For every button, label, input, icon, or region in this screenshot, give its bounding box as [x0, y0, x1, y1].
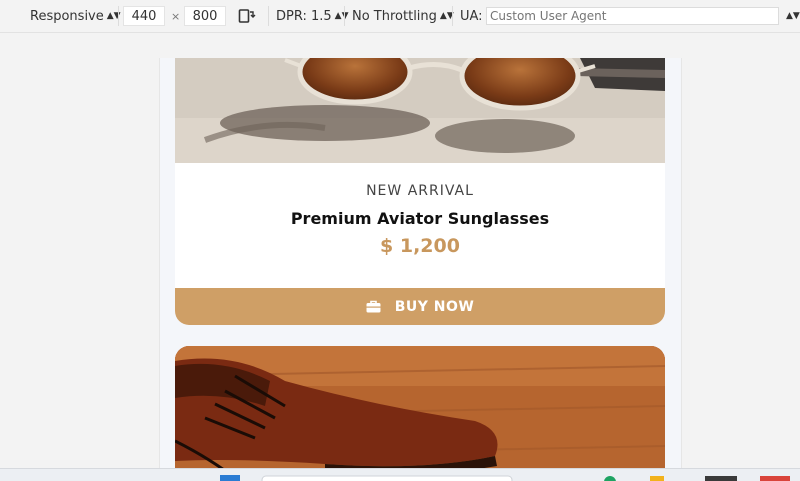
product-price: $ 1,200 [380, 235, 460, 257]
divider [452, 6, 453, 26]
product-category: NEW ARRIVAL [366, 183, 474, 199]
device-viewport: NEW ARRIVAL Premium Aviator Sunglasses $… [159, 58, 682, 480]
product-image-sunglasses [175, 58, 665, 163]
page-background: NEW ARRIVAL Premium Aviator Sunglasses $… [160, 58, 681, 480]
device-label: Responsive [30, 8, 104, 24]
buy-now-label: BUY NOW [394, 298, 475, 315]
buy-now-button[interactable]: BUY NOW [175, 288, 665, 325]
height-value: 800 [192, 8, 218, 24]
throttling-select[interactable]: No Throttling ▲▼ [352, 0, 454, 32]
rotate-device-icon[interactable] [238, 0, 256, 32]
throttling-label: No Throttling [352, 8, 437, 24]
dpr-select[interactable]: DPR: 1.5 ▲▼ [276, 0, 349, 32]
ua-label: UA: [460, 8, 483, 24]
product-card: NEW ARRIVAL Premium Aviator Sunglasses $… [175, 58, 665, 325]
divider [118, 6, 119, 26]
width-value: 440 [131, 8, 157, 24]
product-info: NEW ARRIVAL Premium Aviator Sunglasses $… [175, 163, 665, 288]
divider [344, 6, 345, 26]
product-card-image-boots [175, 346, 665, 480]
dimension-separator: × [171, 9, 181, 23]
user-agent-input[interactable] [486, 7, 779, 25]
divider [268, 6, 269, 26]
dpr-label: DPR: 1.5 [276, 8, 332, 24]
more-options-caret-icon[interactable]: ▲▼ [786, 0, 800, 32]
devtools-device-toolbar: Responsive ▲▼ 440 × 800 DPR: 1.5 ▲▼ No T… [0, 0, 800, 33]
os-taskbar [0, 468, 800, 481]
height-input[interactable]: 800 [184, 6, 226, 26]
shopping-bag-icon [366, 300, 381, 313]
sort-caret-icon: ▲▼ [334, 11, 349, 21]
device-select[interactable]: Responsive ▲▼ [30, 0, 121, 32]
product-title: Premium Aviator Sunglasses [290, 209, 550, 228]
width-input[interactable]: 440 [123, 6, 165, 26]
